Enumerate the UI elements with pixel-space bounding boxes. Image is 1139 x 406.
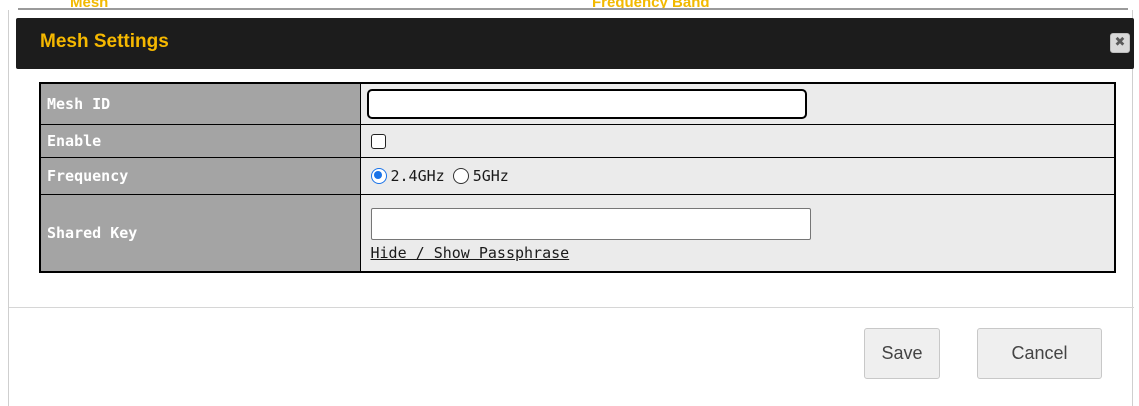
shared-key-label: Shared Key bbox=[39, 193, 361, 273]
mesh-settings-dialog: Mesh Settings ✖ Mesh ID Enable Frequency… bbox=[8, 10, 1134, 406]
form-row-enable: Enable bbox=[39, 123, 1116, 158]
form-row-frequency: Frequency 2.4GHz 5GHz bbox=[39, 156, 1116, 195]
frequency-label: Frequency bbox=[39, 156, 361, 195]
frequency-radio-group: 2.4GHz 5GHz bbox=[370, 167, 1115, 185]
save-button[interactable]: Save bbox=[864, 328, 940, 379]
enable-cell bbox=[359, 123, 1116, 158]
mesh-id-label: Mesh ID bbox=[39, 82, 361, 125]
background-page: Mesh Frequency Band bbox=[0, 0, 1139, 11]
mesh-id-cell bbox=[359, 82, 1116, 125]
cancel-button[interactable]: Cancel bbox=[977, 328, 1102, 379]
hide-show-passphrase-link[interactable]: Hide / Show Passphrase bbox=[371, 244, 570, 262]
enable-checkbox[interactable] bbox=[370, 133, 386, 149]
form-row-mesh-id: Mesh ID bbox=[39, 82, 1116, 125]
frequency-2-4ghz-label[interactable]: 2.4GHz bbox=[391, 167, 445, 185]
frequency-5ghz-label[interactable]: 5GHz bbox=[473, 167, 509, 185]
mesh-settings-form: Mesh ID Enable Frequency 2.4GHz 5GHz Sha… bbox=[39, 82, 1116, 273]
shared-key-cell: Hide / Show Passphrase bbox=[359, 193, 1116, 273]
frequency-cell: 2.4GHz 5GHz bbox=[359, 156, 1116, 195]
form-row-shared-key: Shared Key Hide / Show Passphrase bbox=[39, 193, 1116, 273]
shared-key-input[interactable] bbox=[370, 207, 811, 240]
frequency-2-4ghz-radio[interactable] bbox=[370, 167, 387, 184]
dialog-title: Mesh Settings bbox=[40, 31, 169, 52]
dialog-titlebar: Mesh Settings ✖ bbox=[16, 18, 1134, 69]
footer-divider bbox=[9, 307, 1134, 308]
mesh-id-input[interactable] bbox=[366, 88, 807, 119]
close-icon[interactable]: ✖ bbox=[1110, 33, 1130, 53]
enable-label: Enable bbox=[39, 123, 361, 158]
frequency-5ghz-radio[interactable] bbox=[452, 167, 469, 184]
